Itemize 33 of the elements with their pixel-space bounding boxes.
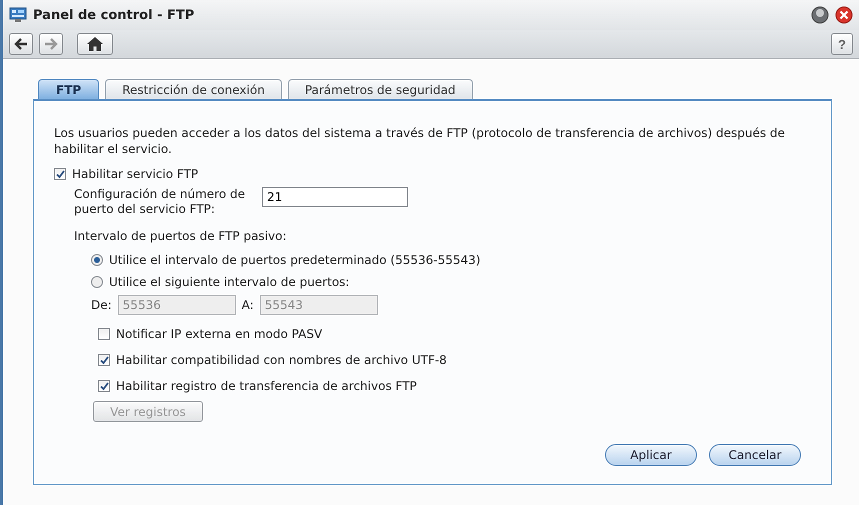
port-input[interactable]: 21	[262, 187, 408, 207]
dialog-button[interactable]: Aplicar	[605, 444, 697, 466]
field-label: Configuración de número de puerto del servicio FTP:	[74, 187, 246, 217]
radio-button[interactable]	[91, 254, 103, 266]
radio-label: Utilice el intervalo de puertos predeterminado (55536-55543)	[109, 253, 480, 267]
radio-button[interactable]	[91, 276, 103, 288]
checkbox-label: Habilitar registro de transferencia de archivos FTP	[116, 379, 417, 393]
tab[interactable]: Parámetros de seguridad	[288, 79, 473, 99]
checkbox[interactable]	[98, 354, 110, 366]
checkbox[interactable]	[54, 168, 66, 180]
control-panel-icon	[9, 7, 27, 23]
home-icon	[87, 37, 103, 51]
minimize-icon[interactable]	[811, 6, 829, 24]
tab[interactable]: FTP	[38, 79, 100, 99]
radio-label: Utilice el siguiente intervalo de puertos:	[109, 275, 350, 289]
close-icon[interactable]	[835, 6, 853, 24]
dialog-button[interactable]: Cancelar	[709, 444, 801, 466]
checkbox-label: Habilitar servicio FTP	[72, 167, 198, 181]
home-button[interactable]	[77, 33, 113, 55]
section-label: Intervalo de puertos de FTP pasivo:	[74, 229, 288, 243]
help-button[interactable]: ?	[831, 33, 853, 55]
checkbox-label: Habilitar compatibilidad con nombres de archivo UTF-8	[116, 353, 447, 367]
back-arrow-icon	[14, 38, 28, 50]
field-label: A:	[242, 298, 254, 312]
back-button[interactable]	[9, 33, 33, 55]
forward-arrow-icon	[44, 38, 58, 50]
description-text: Los usuarios pueden acceder a los datos del sistema a través de FTP (protocolo de transferencia de archivos) después de habilitar el servicio.	[54, 125, 786, 157]
window-title: Panel de control - FTP	[33, 8, 196, 22]
checkbox-label: Notificar IP externa en modo PASV	[116, 327, 322, 341]
checkbox[interactable]	[98, 380, 110, 392]
tab[interactable]: Restricción de conexión	[105, 79, 282, 99]
field-label: De:	[91, 298, 112, 312]
checkbox[interactable]	[98, 328, 110, 340]
